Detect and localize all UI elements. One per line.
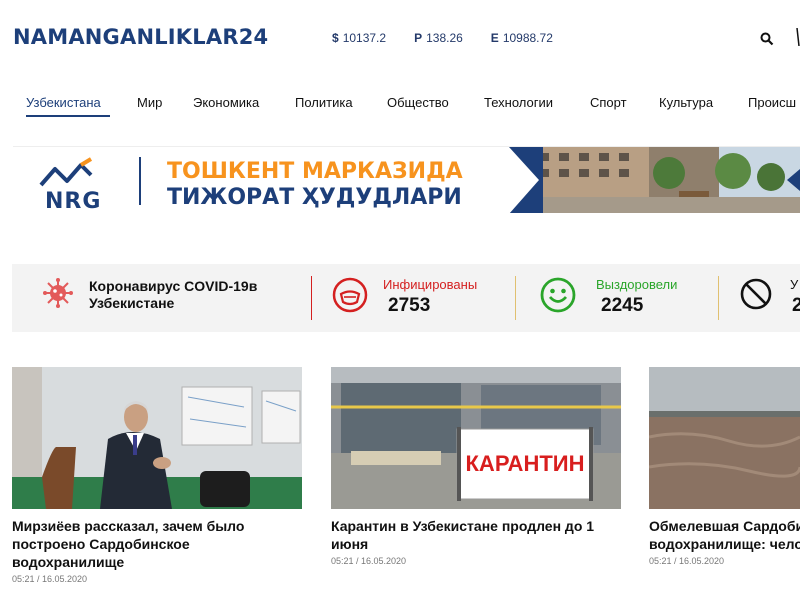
banner-photo (509, 147, 800, 213)
quarantine-sign-text: КАРАНТИН (466, 451, 585, 476)
nav-item-technology[interactable]: Технологии (484, 95, 553, 110)
rate-usd: $10137.2 (332, 31, 386, 45)
divider (515, 276, 516, 320)
nav-item-sport[interactable]: Спорт (590, 95, 627, 110)
news-image[interactable] (12, 367, 302, 509)
covid-title: Коронавирус COVID-19в Узбекистане (89, 278, 258, 311)
menu-icon[interactable] (796, 27, 800, 47)
rate-eur: E 10988.72 (491, 31, 553, 45)
site-logo[interactable]: NAMANGANLIKLAR24 (13, 25, 268, 49)
rate-rub: P 138.26 (414, 31, 463, 45)
deaths-value: 2 (792, 295, 800, 316)
nav-item-culture[interactable]: Культура (659, 95, 713, 110)
news-card[interactable]: Обмелевшая Сардобинское водохранилище: ч… (649, 367, 800, 587)
news-title[interactable]: Мирзиёев рассказал, зачем было построено… (12, 517, 302, 571)
banner-headline-2: ТИЖОРАТ ҲУДУДЛАРИ (167, 185, 462, 210)
nav-item-politics[interactable]: Политика (295, 95, 353, 110)
banner-headline-1: ТОШКЕНТ МАРКАЗИДА (167, 159, 463, 184)
smile-icon (540, 277, 576, 313)
prohibited-icon (740, 278, 772, 310)
rate-symbol: $ (332, 31, 339, 45)
banner-brand: NRG (45, 189, 102, 213)
currency-rates: $10137.2 P 138.26 E 10988.72 (332, 31, 581, 45)
covid-widget: Коронавирус COVID-19в Узбекистане Инфици… (12, 264, 800, 332)
virus-icon (43, 278, 73, 308)
nav-item-economy[interactable]: Экономика (193, 95, 259, 110)
nav-item-world[interactable]: Мир (137, 95, 162, 110)
news-date: 05:21 / 16.05.2020 (649, 556, 725, 566)
main-nav: Узбекистана Мир Экономика Политика Общес… (0, 92, 800, 122)
nrg-logo: NRG (37, 157, 117, 213)
header: NAMANGANLIKLAR24 $10137.2 P 138.26 E 10988… (0, 0, 800, 80)
rate-symbol: E (490, 31, 499, 45)
mask-icon (332, 277, 368, 313)
divider (718, 276, 719, 320)
recovered-label: Выздоровели (596, 277, 678, 292)
divider (311, 276, 312, 320)
search-icon[interactable] (760, 32, 774, 46)
nav-item-uzbekistan[interactable]: Узбекистана (26, 95, 101, 110)
recovered-value: 2245 (601, 295, 644, 316)
news-date: 05:21 / 16.05.2020 (331, 556, 407, 566)
nav-item-incidents[interactable]: Происш (748, 95, 796, 110)
news-image[interactable] (649, 367, 800, 509)
infected-label: Инфицированы (383, 277, 478, 292)
rate-value: 10988.72 (502, 31, 553, 45)
rate-value: 138.26 (426, 31, 463, 45)
rate-symbol: P (414, 31, 423, 45)
news-title[interactable]: Обмелевшая Сардобинское водохранилище: ч… (649, 517, 800, 553)
nav-item-society[interactable]: Общество (387, 95, 449, 110)
banner-divider (139, 157, 141, 205)
infected-value: 2753 (388, 295, 431, 316)
news-image[interactable]: КАРАНТИН (331, 367, 621, 509)
deaths-label: У (790, 277, 799, 292)
news-title[interactable]: Карантин в Узбекистане продлен до 1 июня (331, 517, 621, 553)
nav-active-indicator (26, 115, 110, 117)
news-date: 05:21 / 16.05.2020 (12, 574, 88, 584)
banner-ad[interactable]: NRG ТОШКЕНТ МАРКАЗИДА ТИЖОРАТ ҲУДУДЛАРИ (13, 146, 800, 213)
rate-value: 10137.2 (342, 31, 387, 45)
